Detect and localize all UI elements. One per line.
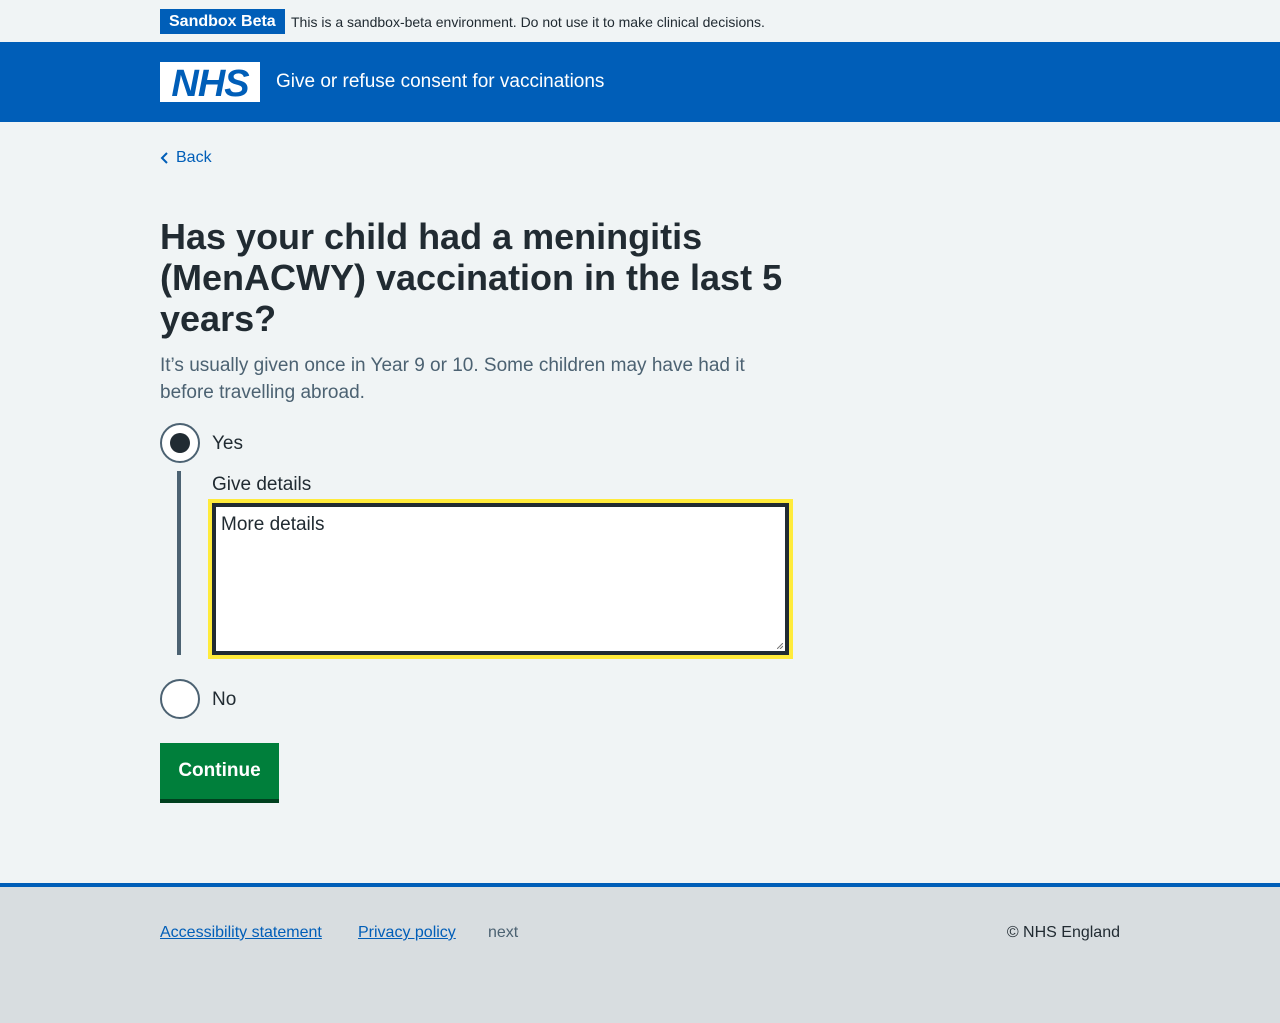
conditional-reveal-bar — [177, 471, 181, 655]
site-header: NHS Give or refuse consent for vaccinati… — [0, 42, 1280, 122]
back-link-label: Back — [176, 149, 212, 166]
back-link[interactable]: Back — [160, 148, 212, 168]
page-title: Has your child had a meningitis (MenACWY… — [160, 216, 783, 339]
privacy-policy-link[interactable]: Privacy policy — [358, 923, 456, 943]
details-textarea-value: More details — [221, 514, 325, 535]
radio-no-label[interactable]: No — [212, 688, 236, 712]
nhs-logo-text: NHS — [171, 63, 249, 102]
details-textarea[interactable]: More details — [212, 503, 789, 655]
footer-next-text: next — [488, 924, 519, 941]
copyright-text: © NHS England — [1006, 924, 1120, 941]
nhs-logo-icon: NHS — [160, 62, 260, 105]
radio-selected-dot — [170, 433, 190, 453]
resize-handle-icon[interactable] — [777, 643, 783, 649]
continue-button[interactable]: Continue — [160, 743, 279, 799]
chevron-left-icon — [160, 152, 168, 164]
radio-yes[interactable] — [160, 423, 200, 463]
nhs-logo[interactable]: NHS — [160, 62, 260, 105]
radio-yes-label[interactable]: Yes — [212, 432, 243, 456]
details-label: Give details — [212, 474, 312, 495]
question-hint: It’s usually given once in Year 9 or 10.… — [160, 355, 745, 403]
sandbox-beta-tag: Sandbox Beta — [160, 9, 285, 34]
environment-banner: Sandbox Beta This is a sandbox-beta envi… — [0, 0, 1280, 42]
service-name[interactable]: Give or refuse consent for vaccinations — [276, 70, 604, 94]
environment-warning-text: This is a sandbox-beta environment. Do n… — [291, 14, 765, 30]
site-footer: Accessibility statement Privacy policy n… — [0, 883, 1280, 1023]
radio-no[interactable] — [160, 679, 200, 719]
accessibility-statement-link[interactable]: Accessibility statement — [160, 923, 322, 943]
